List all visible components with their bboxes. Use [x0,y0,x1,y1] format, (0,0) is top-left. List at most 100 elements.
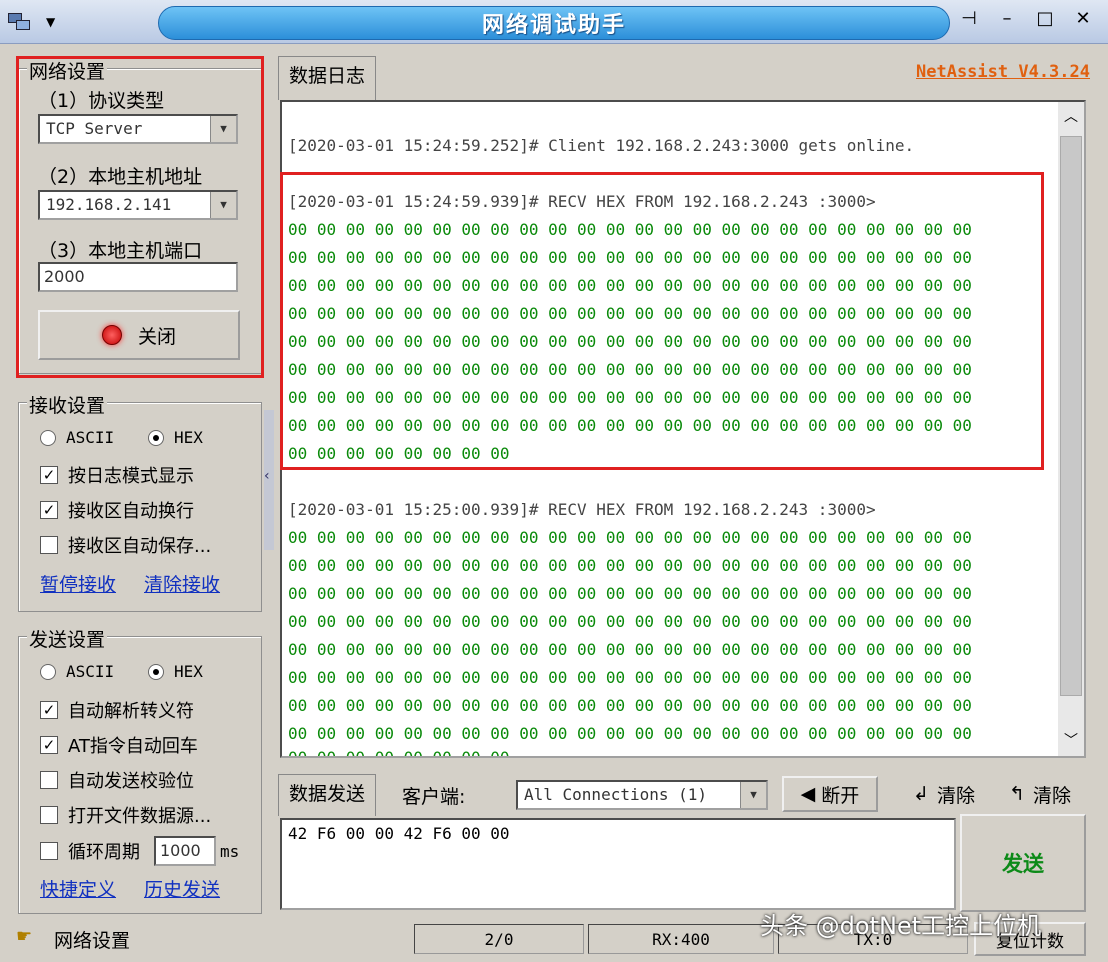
at-cr-checkbox[interactable]: ✓ AT指令自动回车 [40,732,198,758]
scroll-thumb[interactable] [1060,136,1082,696]
shortcut-link[interactable]: 快捷定义 [40,875,116,902]
cycle-label: 循环周期 [68,842,140,863]
left-arrow-icon: ◀ [800,783,816,805]
port-label: （3）本地主机端口 [38,240,203,262]
receive-hex-radio[interactable]: HEX [148,428,203,447]
clear1-label: 清除 [936,784,975,807]
escape-checkbox[interactable]: ✓ 自动解析转义符 [40,697,194,723]
receive-hex-label: HEX [174,428,203,447]
connections-value: All Connections (1) [524,785,708,804]
brand-link[interactable]: NetAssist V4.3.24 [916,62,1090,82]
title-bar: ▼ 网络调试助手 ⊣ – □ ✕ [0,0,1108,44]
checkmark-icon: ✓ [40,466,58,484]
minimize-icon[interactable]: – [996,8,1018,29]
hex-row: 00 00 00 00 00 00 00 00 00 00 00 00 00 0… [288,584,972,603]
dropdown-arrow-icon[interactable]: ▼ [740,782,766,808]
highlight-recv-frame [280,172,1044,470]
file-source-checkbox[interactable]: 打开文件数据源... [40,802,211,828]
hand-pointer-icon: ☛ [16,926,33,947]
panel-splitter[interactable]: ‹ [264,410,274,550]
history-link[interactable]: 历史发送 [144,875,220,902]
receive-ascii-radio[interactable]: ASCII [40,428,114,447]
dropdown-arrow-icon[interactable]: ▼ [210,116,236,142]
clear2-label: 清除 [1032,784,1071,807]
hex-row: 00 00 00 00 00 00 00 00 00 00 00 00 00 0… [288,668,972,687]
hex-row: 00 00 00 00 00 00 00 00 00 00 00 00 00 0… [288,612,972,631]
auto-save-label: 接收区自动保存... [68,536,212,557]
red-light-icon [101,325,122,345]
close-icon[interactable]: ✕ [1072,8,1094,29]
disconnect-button[interactable]: ◀ 断开 [782,776,878,812]
host-label: （2）本地主机地址 [38,166,203,188]
host-value: 192.168.2.141 [46,195,172,214]
status-left: 网络设置 [54,930,131,952]
status-rx: RX:400 [588,924,774,954]
cycle-input[interactable]: 1000 [154,836,216,866]
hex-row: 00 00 00 00 00 00 00 00 00 00 00 00 00 0… [288,528,972,547]
auto-wrap-checkbox[interactable]: ✓ 接收区自动换行 [40,497,194,523]
unchecked-box-icon [40,806,58,824]
status-count: 2/0 [414,924,584,954]
receive-settings-title: 接收设置 [27,391,108,418]
at-cr-label: AT指令自动回车 [68,736,198,757]
up-corner-arrow-icon: ↰ [1009,783,1025,805]
dropdown-arrow-icon[interactable]: ▼ [210,192,236,218]
scroll-down-icon[interactable]: ﹀ [1058,726,1084,756]
cycle-checkbox[interactable]: 循环周期 [40,838,140,864]
protocol-value: TCP Server [46,119,143,138]
radio-off-icon [40,429,56,446]
scroll-up-icon[interactable]: ︿ [1058,102,1084,132]
radio-off-icon [40,663,56,680]
protocol-select[interactable]: TCP Server ▼ [38,114,238,144]
client-label: 客户端: [402,786,466,808]
hex-row: 00 00 00 00 00 00 00 00 00 00 00 00 00 0… [288,696,972,715]
receive-ascii-label: ASCII [66,428,115,447]
hex-row: 00 00 00 00 00 00 00 00 00 00 00 00 00 0… [288,724,972,743]
watermark: 头条 @dotNet工控上位机 [760,912,1042,940]
system-menu[interactable]: ▼ [6,6,116,38]
hex-row: 00 00 00 00 00 00 00 00 00 00 00 00 00 0… [288,556,972,575]
file-source-label: 打开文件数据源... [68,806,212,827]
log-mode-checkbox[interactable]: ✓ 按日志模式显示 [40,462,194,488]
hex-row-clipped: 00 00 00 00 00 00 00 00 [288,748,510,758]
checksum-label: 自动发送校验位 [68,771,194,792]
connections-select[interactable]: All Connections (1) ▼ [516,780,768,810]
send-hex-radio[interactable]: HEX [148,662,203,681]
corner-arrow-icon: ↲ [913,783,929,805]
radio-on-icon [148,663,164,680]
send-input[interactable]: 42 F6 00 00 42 F6 00 00 [280,818,956,910]
port-input[interactable]: 2000 [38,262,238,292]
unchecked-box-icon [40,842,58,860]
clear-receive-button[interactable]: ↲ 清除 [900,776,988,812]
auto-save-checkbox[interactable]: 接收区自动保存... [40,532,211,558]
send-ascii-label: ASCII [66,662,115,681]
clear-receive-link[interactable]: 清除接收 [144,570,220,597]
send-button[interactable]: 发送 [960,814,1086,912]
log-scrollbar[interactable]: ︿ ﹀ [1058,102,1084,756]
close-connection-label: 关闭 [137,325,176,348]
send-settings-title: 发送设置 [27,625,108,652]
unchecked-box-icon [40,771,58,789]
unchecked-box-icon [40,536,58,554]
collapse-arrow-icon[interactable]: ‹ [264,468,270,484]
close-connection-button[interactable]: 关闭 [38,310,240,360]
tab-data-send[interactable]: 数据发送 [278,774,377,816]
protocol-label: （1）协议类型 [38,90,165,112]
checksum-checkbox[interactable]: 自动发送校验位 [40,767,194,793]
radio-on-icon [148,429,164,446]
host-select[interactable]: 192.168.2.141 ▼ [38,190,238,220]
clear-send-button[interactable]: ↰ 清除 [996,776,1084,812]
tab-data-log[interactable]: 数据日志 [278,56,377,100]
log-recv-header-2: [2020-03-01 15:25:00.939]# RECV HEX FROM… [288,500,876,519]
send-ascii-radio[interactable]: ASCII [40,662,114,681]
title-pill: 网络调试助手 [158,6,950,40]
checkmark-icon: ✓ [40,736,58,754]
window-title: 网络调试助手 [481,13,626,38]
log-mode-label: 按日志模式显示 [68,466,194,487]
maximize-icon[interactable]: □ [1034,8,1056,29]
window-controls: ⊣ – □ ✕ [958,8,1094,29]
disconnect-label: 断开 [821,784,860,807]
pause-receive-link[interactable]: 暂停接收 [40,570,116,597]
pin-icon[interactable]: ⊣ [958,8,980,29]
menu-arrow-icon[interactable]: ▼ [46,15,55,29]
